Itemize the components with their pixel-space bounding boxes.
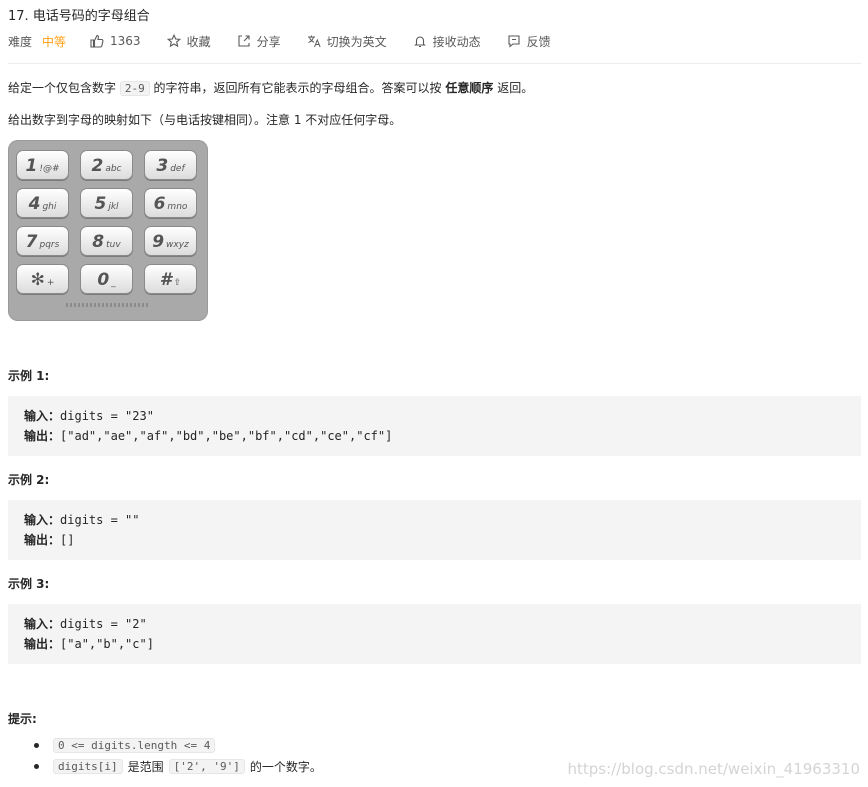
inline-code: 0 <= digits.length <= 4: [53, 738, 216, 753]
key-letters: def: [170, 164, 185, 174]
bell-icon: [413, 36, 426, 48]
keypad-key: 5 jkl: [80, 188, 133, 218]
problem-meta-bar: 难度 中等 1363 收藏 分享 切换为英文 接收动态 反馈: [8, 32, 577, 50]
hint-text: 的一个数字。: [249, 760, 322, 774]
share-button[interactable]: 分享: [237, 33, 281, 50]
description-paragraph-2: 给出数字到字母的映射如下（与电话按键相同）。注意 1 不对应任何字母。: [8, 113, 402, 127]
key-letters: +: [46, 278, 55, 288]
thumbs-up-icon: [90, 34, 104, 48]
difficulty-badge: 中等: [42, 34, 67, 49]
example-output: ["a","b","c"]: [60, 637, 154, 651]
desc-emphasis: 任意顺序: [445, 81, 494, 95]
keypad-key: 6 mno: [144, 188, 197, 218]
key-digit: 5: [94, 194, 107, 214]
watermark: https://blog.csdn.net/weixin_41963310: [567, 760, 860, 778]
bullet: [34, 764, 39, 769]
example-input: digits = "2": [60, 617, 147, 631]
key-letters: pqrs: [39, 240, 60, 250]
example-1-title: 示例 1:: [8, 369, 50, 383]
key-letters: tuv: [106, 240, 121, 250]
problem-title: 17. 电话号码的字母组合: [8, 9, 150, 24]
speaker-grille: [66, 303, 150, 307]
desc-text: 的字符串，返回所有它能表示的字母组合。答案可以按: [153, 81, 442, 95]
phone-keypad-image: 1 !@# 2 abc 3 def 4 ghi 5 jkl 6 mno 7 pqrs 8 tuv…: [8, 140, 208, 321]
key-letters: ghi: [42, 202, 57, 212]
feedback-button[interactable]: 反馈: [507, 33, 551, 50]
feedback-icon: [508, 35, 520, 48]
keypad-key: 0 _: [80, 264, 133, 294]
key-digit: 7: [25, 232, 38, 252]
keypad-key: 2 abc: [80, 150, 133, 180]
feedback-label: 反馈: [526, 34, 551, 49]
switch-language-button[interactable]: 切换为英文: [307, 33, 387, 50]
keypad-key: 3 def: [144, 150, 197, 180]
keypad-key: 7 pqrs: [16, 226, 69, 256]
key-digit: #: [159, 270, 172, 290]
translate-icon: [307, 35, 321, 48]
key-digit: 9: [152, 232, 165, 252]
collect-button[interactable]: 收藏: [166, 33, 211, 50]
input-label: 输入：: [24, 617, 61, 631]
example-input: digits = "23": [60, 409, 154, 423]
input-label: 输入：: [24, 513, 61, 527]
key-letters: jkl: [108, 202, 119, 212]
bullet: [34, 743, 39, 748]
hint-text: 是范围: [127, 760, 164, 774]
keypad-key: # ⇧: [144, 264, 197, 294]
example-2-title: 示例 2:: [8, 473, 50, 487]
output-label: 输出：: [24, 637, 61, 651]
keypad-key: 1 !@#: [16, 150, 69, 180]
like-count: 1363: [110, 34, 141, 48]
keypad-key: 4 ghi: [16, 188, 69, 218]
example-output: ["ad","ae","af","bd","be","bf","cd","ce"…: [60, 429, 393, 443]
key-letters: _: [111, 278, 116, 288]
keypad-key: 9 wxyz: [144, 226, 197, 256]
output-label: 输出：: [24, 533, 61, 547]
key-letters: !@#: [39, 164, 60, 174]
key-digit: 6: [153, 194, 166, 214]
example-input: digits = "": [60, 513, 140, 527]
key-letters: abc: [105, 164, 122, 174]
desc-text: 给定一个仅包含数字: [8, 81, 117, 95]
collect-label: 收藏: [186, 34, 211, 49]
example-3-title: 示例 3:: [8, 577, 50, 591]
star-icon: [166, 34, 181, 48]
key-digit: 0: [97, 270, 110, 290]
key-letters: ⇧: [173, 278, 182, 288]
key-digit: ✻: [30, 270, 45, 290]
key-digit: 8: [92, 232, 105, 252]
input-label: 输入：: [24, 409, 61, 423]
list-item: 0 <= digits.length <= 4: [8, 738, 216, 753]
key-digit: 1: [25, 156, 38, 176]
keypad-key: ✻ +: [16, 264, 69, 294]
inline-code: 2-9: [119, 81, 150, 96]
description-paragraph-1: 给定一个仅包含数字 2-9 的字符串，返回所有它能表示的字母组合。答案可以按 任…: [8, 79, 533, 96]
switch-language-label: 切换为英文: [326, 34, 387, 49]
example-2-block: 输入：digits = "" 输出：[]: [8, 500, 861, 560]
inline-code: ['2', '9']: [168, 759, 245, 774]
key-digit: 4: [28, 194, 41, 214]
like-button[interactable]: 1363: [90, 34, 141, 48]
difficulty-label: 难度: [8, 34, 33, 49]
share-icon: [238, 35, 250, 47]
example-output: []: [60, 533, 75, 547]
key-digit: 3: [156, 156, 169, 176]
share-label: 分享: [256, 34, 281, 49]
list-item: digits[i] 是范围 ['2', '9'] 的一个数字。: [8, 758, 322, 775]
example-1-block: 输入：digits = "23" 输出：["ad","ae","af","bd"…: [8, 396, 861, 456]
output-label: 输出：: [24, 429, 61, 443]
key-letters: wxyz: [166, 240, 189, 250]
key-letters: mno: [167, 202, 188, 212]
subscribe-button[interactable]: 接收动态: [413, 33, 481, 50]
keypad-key: 8 tuv: [80, 226, 133, 256]
inline-code: digits[i]: [53, 759, 123, 774]
hints-title: 提示:: [8, 712, 37, 726]
example-3-block: 输入：digits = "2" 输出：["a","b","c"]: [8, 604, 861, 664]
key-digit: 2: [91, 156, 104, 176]
desc-text: 返回。: [497, 81, 534, 95]
subscribe-label: 接收动态: [432, 34, 481, 49]
header-divider: [8, 63, 861, 64]
